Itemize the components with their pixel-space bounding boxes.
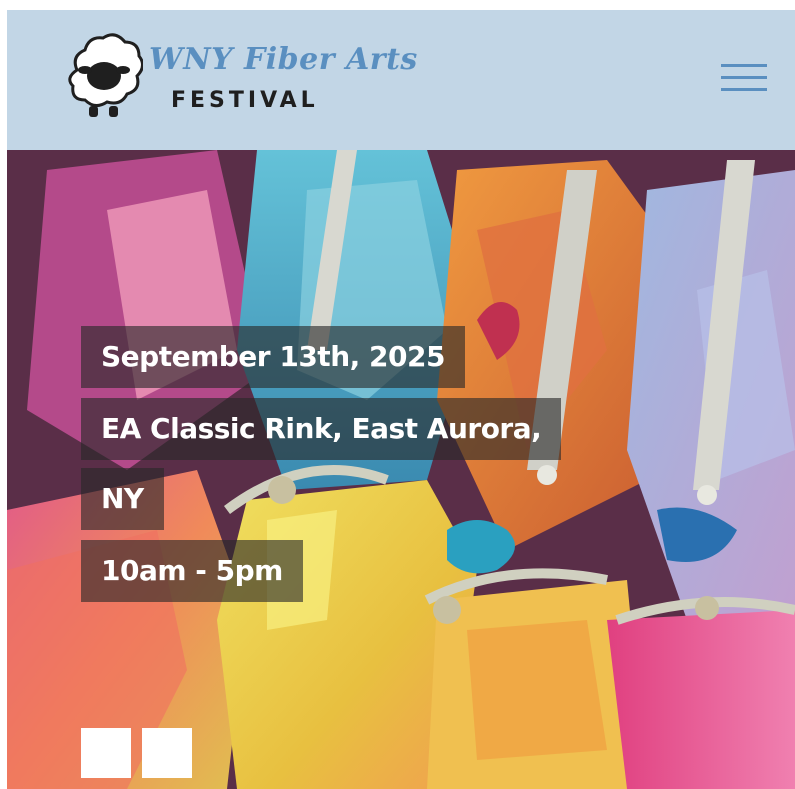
sheep-logo-icon — [68, 33, 143, 117]
event-location-line2: NY — [81, 468, 164, 530]
event-date: September 13th, 2025 — [81, 326, 465, 388]
site-header: WNY Fiber Arts FESTIVAL — [7, 10, 795, 150]
hero-slider: September 13th, 2025 EA Classic Rink, Ea… — [7, 150, 795, 789]
event-location-line1: EA Classic Rink, East Aurora, — [81, 398, 562, 460]
menu-bar-middle — [721, 76, 767, 79]
slider-dot-2[interactable] — [142, 728, 192, 778]
hamburger-menu-icon[interactable] — [721, 60, 767, 94]
event-hours: 10am - 5pm — [81, 540, 303, 602]
menu-bar-bottom — [721, 88, 767, 91]
page-frame: WNY Fiber Arts FESTIVAL September 13th, … — [7, 10, 795, 789]
logo-subtitle: FESTIVAL — [171, 88, 319, 113]
logo-title: WNY Fiber Arts — [149, 42, 418, 77]
slider-dot-1[interactable] — [81, 728, 131, 778]
menu-bar-top — [721, 64, 767, 67]
site-logo[interactable]: WNY Fiber Arts FESTIVAL — [63, 30, 417, 122]
